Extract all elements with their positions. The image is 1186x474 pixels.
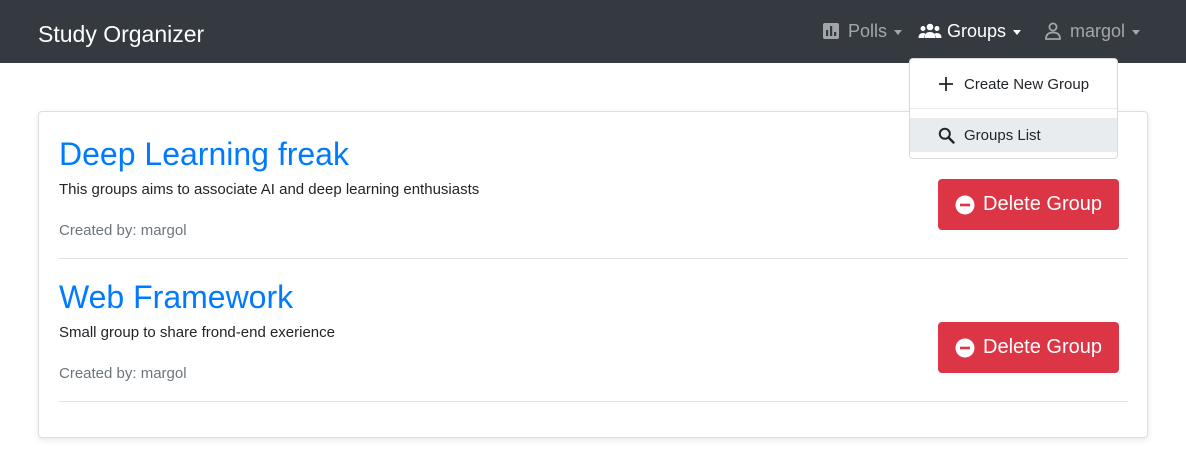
menu-divider xyxy=(910,108,1117,109)
menu-item-create-group[interactable]: Create New Group xyxy=(910,67,1117,101)
group-title-link[interactable]: Deep Learning freak xyxy=(59,134,349,174)
chart-icon xyxy=(822,22,840,40)
delete-button-label: Delete Group xyxy=(983,193,1102,215)
plus-icon xyxy=(937,75,955,93)
group-created-by: Created by: margol xyxy=(59,222,187,239)
navbar: Study Organizer Polls Groups margol xyxy=(0,0,1186,63)
brand-title[interactable]: Study Organizer xyxy=(38,19,204,49)
nav-user-dropdown[interactable]: margol xyxy=(1044,18,1140,44)
users-icon xyxy=(918,23,942,39)
chevron-down-icon xyxy=(894,30,902,35)
menu-item-groups-list[interactable]: Groups List xyxy=(910,118,1117,152)
delete-group-button[interactable]: Delete Group xyxy=(938,179,1119,230)
group-created-by: Created by: margol xyxy=(59,365,187,382)
search-icon xyxy=(937,126,955,144)
user-icon xyxy=(1044,22,1062,40)
group-item: Web Framework Small group to share frond… xyxy=(59,255,1128,402)
nav-polls-label: Polls xyxy=(847,20,887,41)
nav-polls-dropdown[interactable]: Polls xyxy=(822,18,902,44)
delete-group-button[interactable]: Delete Group xyxy=(938,322,1119,373)
group-description: Small group to share frond-end exerience xyxy=(59,324,335,341)
group-title-link[interactable]: Web Framework xyxy=(59,277,293,317)
menu-item-label: Groups List xyxy=(964,126,1041,144)
minus-circle-icon xyxy=(955,195,975,215)
nav-groups-label: Groups xyxy=(946,20,1006,41)
chevron-down-icon xyxy=(1013,30,1021,35)
group-description: This groups aims to associate AI and dee… xyxy=(59,181,480,198)
minus-circle-icon xyxy=(955,338,975,358)
nav-user-label: margol xyxy=(1069,20,1125,41)
menu-item-label: Create New Group xyxy=(964,75,1090,93)
nav-groups-dropdown[interactable]: Groups xyxy=(918,18,1021,44)
groups-dropdown-menu: Create New Group Groups List xyxy=(909,58,1118,159)
chevron-down-icon xyxy=(1132,30,1140,35)
delete-button-label: Delete Group xyxy=(983,336,1102,358)
groups-card: Deep Learning freak This groups aims to … xyxy=(38,111,1148,438)
